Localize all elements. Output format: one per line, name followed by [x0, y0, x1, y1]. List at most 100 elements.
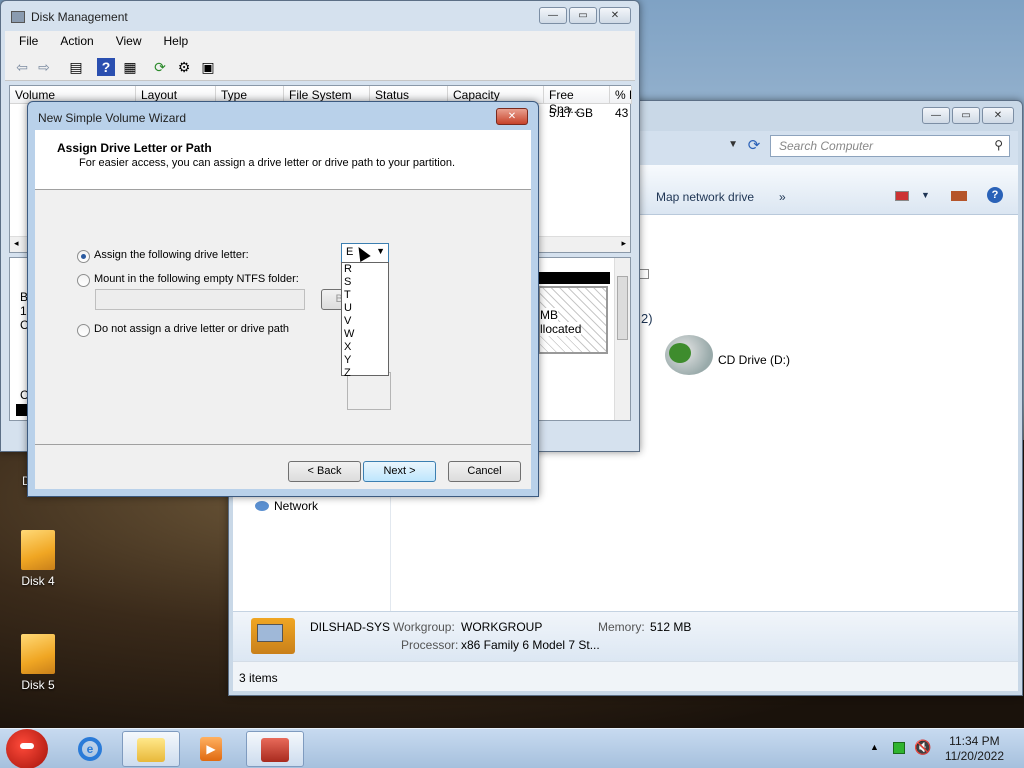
unallocated-partition[interactable]: MB llocated — [538, 286, 608, 354]
separator — [35, 444, 531, 445]
desktop-icon-disk5[interactable]: Disk 5 — [8, 634, 68, 692]
maximize-button[interactable]: ▭ — [569, 7, 597, 24]
selected-drive-letter: E — [346, 246, 354, 258]
workgroup-value: WORKGROUP — [461, 620, 543, 634]
computer-name: DILSHAD-SYS — [310, 620, 391, 634]
cancel-button[interactable]: Cancel — [448, 461, 521, 482]
wizard-titlebar[interactable]: New Simple Volume Wizard ✕ — [28, 102, 538, 132]
taskbar-windows-explorer[interactable] — [122, 731, 180, 767]
drive-letter-option[interactable]: Y — [342, 354, 388, 367]
taskbar-media-player[interactable]: ▶ — [182, 731, 240, 767]
wizard-heading: Assign Drive Letter or Path — [57, 141, 212, 155]
clock-time: 11:34 PM — [949, 734, 1000, 748]
drive-letter-option[interactable]: T — [342, 289, 388, 302]
more-commands-button[interactable]: » — [779, 190, 786, 204]
desktop-icon-label: Disk 4 — [21, 574, 55, 588]
disk-management-app-icon — [11, 11, 25, 23]
start-button[interactable] — [6, 729, 48, 768]
next-button[interactable]: Next > — [363, 461, 436, 482]
angry-bird-start-icon — [20, 743, 34, 749]
details-pane: DILSHAD-SYS Workgroup: WORKGROUP Memory:… — [233, 611, 1018, 661]
help-icon[interactable]: ? — [987, 187, 1003, 203]
close-button[interactable]: ✕ — [982, 107, 1014, 124]
scroll-left-icon[interactable]: ◂ — [14, 238, 19, 249]
preview-pane-icon[interactable] — [951, 191, 967, 201]
show-hidden-icons-icon[interactable]: ▲ — [870, 742, 879, 752]
scroll-right-icon[interactable]: ▸ — [621, 238, 626, 249]
computer-icon — [251, 618, 295, 654]
refresh-icon[interactable]: ⟳ — [151, 58, 169, 76]
view-dropdown-icon[interactable]: ▼ — [921, 190, 930, 200]
scrollbar-thumb[interactable] — [617, 276, 628, 340]
desktop-icon-disk4[interactable]: Disk 4 — [8, 530, 68, 588]
action-center-icon[interactable] — [893, 742, 905, 754]
vertical-scrollbar[interactable] — [614, 258, 630, 420]
drive-letter-option[interactable]: X — [342, 341, 388, 354]
cd-drive-label[interactable]: CD Drive (D:) — [718, 353, 790, 367]
media-player-icon: ▶ — [200, 737, 222, 761]
minimize-button[interactable]: — — [922, 107, 950, 124]
taskbar-internet-explorer[interactable]: e — [62, 731, 120, 767]
window-title: Disk Management — [31, 10, 128, 24]
back-arrow-icon[interactable]: ⇦ — [13, 58, 31, 76]
cd-drive-icon[interactable] — [665, 335, 713, 375]
mount-folder-radio[interactable] — [77, 274, 90, 287]
help-icon[interactable]: ? — [97, 58, 115, 76]
address-dropdown-icon[interactable]: ▼ — [728, 139, 738, 150]
ntfs-folder-path-input[interactable] — [95, 289, 305, 310]
new-simple-volume-wizard: New Simple Volume Wizard ✕ Assign Drive … — [27, 101, 539, 497]
processor-value: x86 Family 6 Model 7 St... — [461, 638, 600, 652]
nav-network-item[interactable]: Network — [274, 499, 318, 513]
drive-letter-options[interactable]: R S T U V W X Y Z — [341, 262, 389, 379]
item-count: 3 items — [239, 671, 278, 685]
no-letter-label[interactable]: Do not assign a drive letter or drive pa… — [94, 323, 289, 335]
row-percent-free: 43 — [615, 106, 629, 120]
wizard-subheading: For easier access, you can assign a driv… — [79, 157, 456, 169]
search-icon[interactable]: ⚲ — [994, 138, 1003, 152]
back-button[interactable]: < Back — [288, 461, 361, 482]
drive-letter-option[interactable]: W — [342, 328, 388, 341]
system-clock[interactable]: 11:34 PM 11/20/2022 — [945, 734, 1004, 764]
column-header-percent-free[interactable]: % F — [610, 86, 632, 104]
taskbar-disk-management[interactable] — [246, 731, 304, 767]
assign-letter-label[interactable]: Assign the following drive letter: — [94, 249, 249, 261]
partition-header-bar — [538, 272, 610, 284]
menu-help[interactable]: Help — [150, 31, 197, 53]
workgroup-label: Workgroup: — [393, 620, 455, 634]
close-button[interactable]: ✕ — [496, 108, 528, 125]
column-header-free-space[interactable]: Free Spa... — [544, 86, 610, 116]
properties-icon[interactable]: ▦ — [121, 58, 139, 76]
assign-letter-radio[interactable] — [77, 250, 90, 263]
drive-letter-option[interactable]: Z — [342, 367, 388, 380]
menu-action[interactable]: Action — [46, 31, 101, 53]
map-network-drive-button[interactable]: Map network drive — [656, 190, 754, 204]
processor-label: Processor: — [401, 638, 459, 652]
wizard-title: New Simple Volume Wizard — [38, 111, 187, 125]
disk-management-titlebar[interactable]: Disk Management — ▭ ✕ — [1, 1, 639, 31]
settings-icon[interactable]: ▣ — [199, 58, 217, 76]
maximize-button[interactable]: ▭ — [952, 107, 980, 124]
view-options-icon[interactable] — [895, 191, 909, 201]
close-button[interactable]: ✕ — [599, 7, 631, 24]
mount-folder-label[interactable]: Mount in the following empty NTFS folder… — [94, 273, 299, 285]
menu-view[interactable]: View — [102, 31, 150, 53]
drive-letter-option[interactable]: R — [342, 263, 388, 276]
disk-size-partial: 1 — [20, 304, 27, 318]
console-tree-icon[interactable]: ▤ — [67, 58, 85, 76]
desktop-icon-label: Disk 5 — [21, 678, 55, 692]
no-letter-radio[interactable] — [77, 324, 90, 337]
unallocated-size: MB — [540, 308, 558, 322]
item-checkbox[interactable] — [639, 269, 649, 279]
menu-file[interactable]: File — [5, 31, 46, 53]
drive-letter-option[interactable]: U — [342, 302, 388, 315]
refresh-icon[interactable]: ⟳ — [744, 136, 764, 156]
minimize-button[interactable]: — — [539, 7, 567, 24]
drive-letter-option[interactable]: S — [342, 276, 388, 289]
volume-muted-icon[interactable]: 🔇 — [914, 739, 931, 756]
drive-letter-option[interactable]: V — [342, 315, 388, 328]
search-placeholder: Search Computer — [779, 139, 874, 153]
rescan-disks-icon[interactable]: ⚙ — [175, 58, 193, 76]
search-input[interactable]: Search Computer ⚲ — [770, 135, 1010, 157]
forward-arrow-icon[interactable]: ⇨ — [35, 58, 53, 76]
memory-label: Memory: — [598, 620, 645, 634]
